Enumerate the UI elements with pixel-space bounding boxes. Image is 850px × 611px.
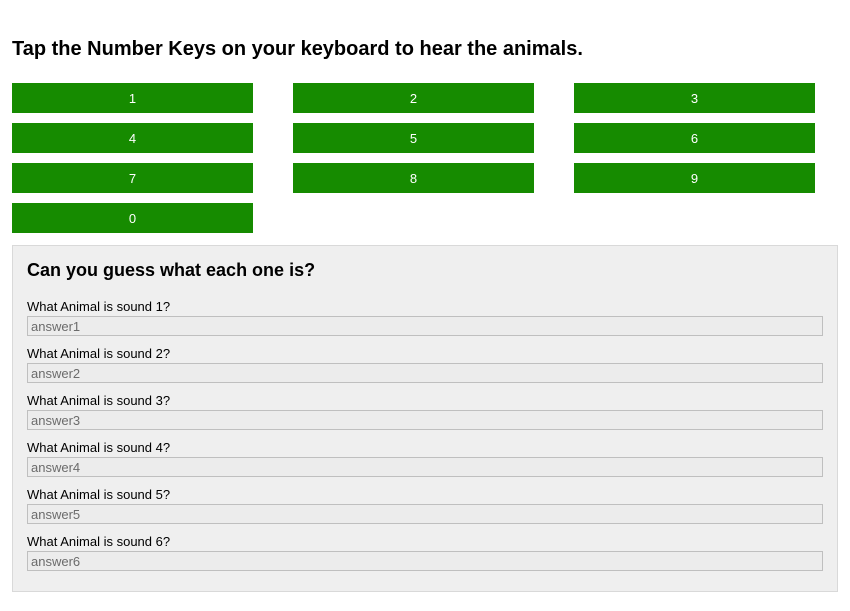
number-button-grid: 1 2 3 4 5 6 7 8 9 0 (12, 83, 838, 233)
answer-input-1[interactable] (27, 316, 823, 336)
question-block-2: What Animal is sound 2? (27, 346, 823, 383)
page-title: Tap the Number Keys on your keyboard to … (12, 38, 838, 61)
number-button-2[interactable]: 2 (293, 83, 534, 113)
question-label-2: What Animal is sound 2? (27, 346, 823, 361)
number-button-0[interactable]: 0 (12, 203, 253, 233)
question-label-4: What Animal is sound 4? (27, 440, 823, 455)
question-label-1: What Animal is sound 1? (27, 299, 823, 314)
question-block-4: What Animal is sound 4? (27, 440, 823, 477)
answer-input-6[interactable] (27, 551, 823, 571)
question-label-6: What Animal is sound 6? (27, 534, 823, 549)
answer-input-4[interactable] (27, 457, 823, 477)
question-block-5: What Animal is sound 5? (27, 487, 823, 524)
guess-title: Can you guess what each one is? (27, 260, 823, 281)
number-button-6[interactable]: 6 (574, 123, 815, 153)
number-button-4[interactable]: 4 (12, 123, 253, 153)
question-block-6: What Animal is sound 6? (27, 534, 823, 571)
number-button-9[interactable]: 9 (574, 163, 815, 193)
number-button-3[interactable]: 3 (574, 83, 815, 113)
answer-input-2[interactable] (27, 363, 823, 383)
guess-panel: Can you guess what each one is? What Ani… (12, 245, 838, 592)
question-label-5: What Animal is sound 5? (27, 487, 823, 502)
question-block-3: What Animal is sound 3? (27, 393, 823, 430)
number-button-8[interactable]: 8 (293, 163, 534, 193)
number-button-1[interactable]: 1 (12, 83, 253, 113)
number-button-5[interactable]: 5 (293, 123, 534, 153)
number-button-7[interactable]: 7 (12, 163, 253, 193)
answer-input-3[interactable] (27, 410, 823, 430)
question-block-1: What Animal is sound 1? (27, 299, 823, 336)
question-label-3: What Animal is sound 3? (27, 393, 823, 408)
answer-input-5[interactable] (27, 504, 823, 524)
